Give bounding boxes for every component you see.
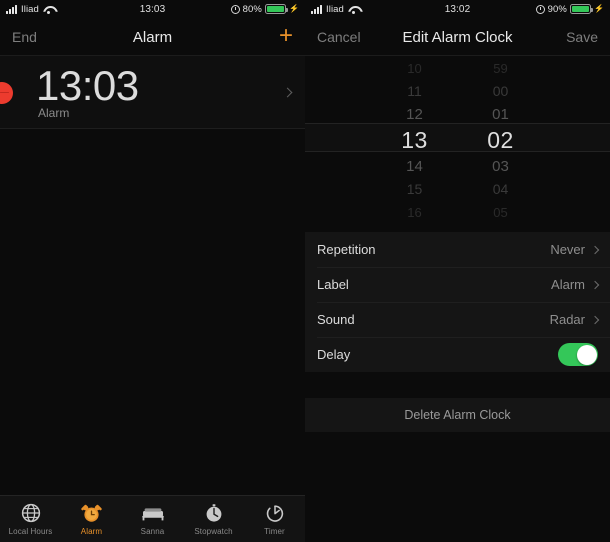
chevron-right-icon	[282, 87, 293, 98]
battery-percentage: 90%	[547, 3, 567, 15]
status-bar-right-group: 80% ⚡	[230, 3, 299, 15]
chevron-right-icon	[590, 315, 600, 324]
navigation-bar-right: Cancel Edit Alarm Clock Save	[305, 18, 610, 56]
alarm-settings-group: Repetition Never Label Alarm Sound Radar…	[305, 232, 610, 372]
signal-bars-icon	[6, 4, 17, 14]
delete-alarm-label: Delete Alarm Clock	[404, 408, 511, 422]
battery-percentage: 80%	[242, 3, 262, 15]
hour-picker-column[interactable]: 10 11 12 13 14 15 16	[387, 57, 443, 218]
signal-bars-icon	[311, 4, 322, 14]
status-bar-right-group: 90% ⚡	[535, 3, 604, 15]
edit-alarm-panel: Iliad 13:02 90% ⚡ Cancel Edit Alarm Cloc…	[305, 0, 610, 542]
stopwatch-icon	[204, 503, 224, 524]
alarm-list-panel: Iliad 13:03 80% ⚡ End Alarm + 13:03 Alar…	[0, 0, 305, 542]
status-bar-left: Iliad 13:03 80% ⚡	[0, 0, 305, 18]
picker-item-selected-minute[interactable]: 02	[473, 126, 529, 155]
picker-item[interactable]: 03	[473, 155, 529, 178]
tab-local-hours[interactable]: Local Hours	[0, 503, 61, 536]
tab-bar: Local Hours Alarm Sanna Stopwatch Timer	[0, 495, 305, 542]
setting-row-repetition[interactable]: Repetition Never	[305, 232, 610, 267]
picker-item[interactable]: 05	[473, 201, 529, 218]
picker-item[interactable]: 11	[387, 80, 443, 103]
alarm-clock-icon	[535, 4, 545, 14]
status-bar-left-group: Iliad	[311, 4, 359, 15]
setting-label-label: Label	[317, 277, 349, 292]
picker-item[interactable]: 59	[473, 57, 529, 80]
picker-item[interactable]: 01	[473, 103, 529, 126]
bed-icon	[141, 503, 165, 524]
picker-item[interactable]: 00	[473, 80, 529, 103]
setting-row-label[interactable]: Label Alarm	[305, 267, 610, 302]
alarm-clock-icon	[230, 4, 240, 14]
picker-item[interactable]: 12	[387, 103, 443, 126]
picker-item[interactable]: 15	[387, 178, 443, 201]
picker-item[interactable]: 04	[473, 178, 529, 201]
add-alarm-button[interactable]: +	[279, 23, 293, 51]
alarm-item-info: 13:03 Alarm	[36, 61, 139, 121]
picker-item-selected-hour[interactable]: 13	[387, 126, 443, 155]
picker-columns: 10 11 12 13 14 15 16 59 00 01 02 03 04 0…	[305, 56, 610, 218]
tab-timer[interactable]: Timer	[244, 503, 305, 536]
setting-label-sound: Sound	[317, 312, 355, 327]
tab-alarm[interactable]: Alarm	[61, 503, 122, 536]
picker-item[interactable]: 16	[387, 201, 443, 218]
setting-row-delay[interactable]: Delay	[305, 337, 610, 372]
delay-toggle-switch[interactable]	[558, 343, 598, 366]
chevron-right-icon	[590, 280, 600, 289]
cancel-button[interactable]: Cancel	[317, 29, 361, 45]
tab-label-timer: Timer	[264, 526, 285, 536]
tab-sanna[interactable]: Sanna	[122, 503, 183, 536]
alarm-clock-icon	[81, 503, 102, 524]
tab-stopwatch[interactable]: Stopwatch	[183, 503, 244, 536]
chevron-right-icon	[590, 245, 600, 254]
alarm-time: 13:03	[36, 61, 139, 109]
battery-icon	[264, 4, 288, 14]
alarm-list-item[interactable]: 13:03 Alarm	[0, 56, 305, 129]
setting-row-sound[interactable]: Sound Radar	[305, 302, 610, 337]
end-button[interactable]: End	[12, 29, 37, 45]
timer-icon	[265, 503, 285, 524]
status-bar-right: Iliad 13:02 90% ⚡	[305, 0, 610, 18]
status-bar-left-group: Iliad	[6, 4, 54, 15]
setting-label-repetition: Repetition	[317, 242, 376, 257]
tab-label-alarm: Alarm	[80, 526, 103, 536]
navigation-bar-left: End Alarm +	[0, 18, 305, 56]
tab-label-local-hours: Local Hours	[8, 526, 53, 536]
alarm-label: Alarm	[38, 106, 70, 121]
carrier-label: Iliad	[21, 3, 39, 15]
minute-picker-column[interactable]: 59 00 01 02 03 04 05	[473, 57, 529, 218]
app-screen: Iliad 13:03 80% ⚡ End Alarm + 13:03 Alar…	[0, 0, 610, 542]
bolt-icon: ⚡	[593, 4, 604, 13]
minus-circle-icon[interactable]	[0, 81, 13, 104]
globe-icon	[21, 503, 41, 524]
setting-value-repetition: Never	[550, 242, 585, 257]
wifi-icon	[348, 5, 359, 14]
carrier-label: Iliad	[326, 3, 344, 15]
bolt-icon: ⚡	[288, 4, 299, 13]
wifi-icon	[43, 5, 54, 14]
time-picker[interactable]: 10 11 12 13 14 15 16 59 00 01 02 03 04 0…	[305, 56, 610, 218]
save-button[interactable]: Save	[566, 29, 598, 45]
delete-alarm-button[interactable]: Delete Alarm Clock	[305, 398, 610, 432]
setting-value-sound: Radar	[549, 312, 585, 327]
tab-label-sanna: Sanna	[140, 526, 165, 536]
page-title: Alarm	[132, 28, 173, 46]
setting-label-delay: Delay	[317, 347, 351, 362]
tab-label-stopwatch: Stopwatch	[194, 526, 233, 536]
setting-value-label: Alarm	[551, 277, 585, 292]
picker-item[interactable]: 10	[387, 57, 443, 80]
picker-item[interactable]: 14	[387, 155, 443, 178]
battery-icon	[569, 4, 593, 14]
